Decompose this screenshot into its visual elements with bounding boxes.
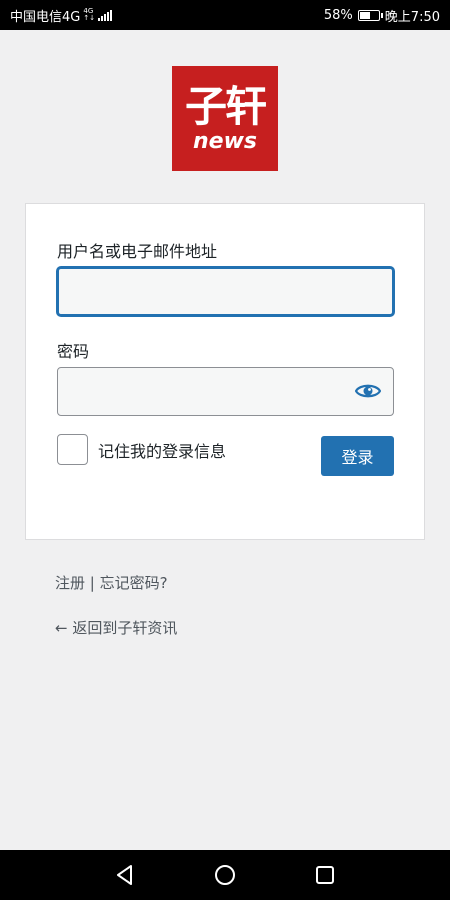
status-bar: 中国电信4G 4G ↑↓ 58% 晚上7:50 <box>0 0 450 30</box>
logo-subtext: news <box>192 128 257 154</box>
link-separator: | <box>89 574 95 592</box>
status-right: 58% 晚上7:50 <box>324 6 440 25</box>
username-label: 用户名或电子邮件地址 <box>57 242 218 261</box>
username-input[interactable] <box>57 267 394 316</box>
password-input[interactable] <box>57 367 394 416</box>
lost-password-link[interactable]: 忘记密码? <box>100 574 168 592</box>
site-logo[interactable]: 子轩 news <box>172 66 278 171</box>
recents-square-icon[interactable] <box>313 863 337 887</box>
home-circle-icon[interactable] <box>213 863 237 887</box>
back-triangle-icon[interactable] <box>113 863 137 887</box>
eye-icon[interactable] <box>355 381 381 401</box>
remember-checkbox[interactable] <box>57 434 88 465</box>
clock: 晚上7:50 <box>384 9 440 25</box>
network-activity-badge: 4G ↑↓ <box>83 7 96 22</box>
signal-icon <box>98 9 113 21</box>
carrier-label: 中国电信4G <box>10 9 81 25</box>
register-link[interactable]: 注册 <box>55 574 85 592</box>
battery-percent: 58% <box>323 7 353 23</box>
logo-text: 子轩 <box>184 81 267 131</box>
login-button[interactable]: 登录 <box>321 436 394 476</box>
status-left: 中国电信4G 4G ↑↓ <box>10 6 113 25</box>
account-links: 注册 | 忘记密码? <box>55 572 168 593</box>
login-form: 用户名或电子邮件地址 密码 记住我的登录信息 登录 <box>25 203 425 540</box>
navigation-bar <box>0 850 450 900</box>
remember-label: 记住我的登录信息 <box>98 441 227 461</box>
remember-me[interactable]: 记住我的登录信息 <box>57 434 226 465</box>
battery-icon <box>357 9 383 21</box>
password-label: 密码 <box>57 342 90 361</box>
back-to-site-link[interactable]: ← 返回到子轩资讯 <box>55 617 177 638</box>
